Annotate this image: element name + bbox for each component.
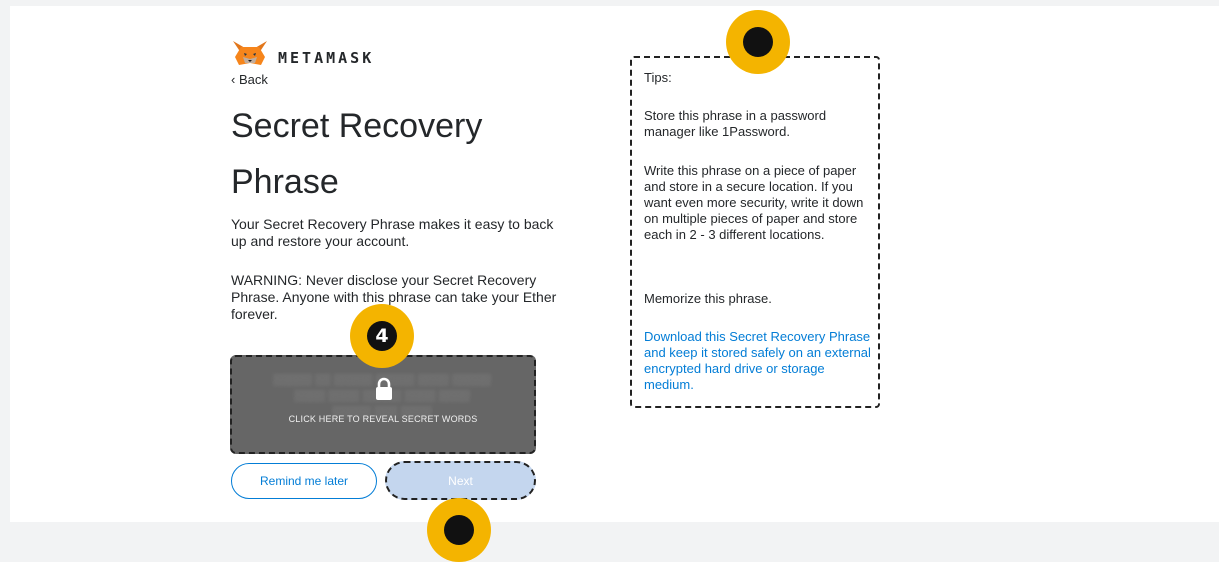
annotation-marker (427, 498, 491, 562)
tip-item: Memorize this phrase. (644, 291, 772, 306)
annotation-dot (743, 27, 773, 57)
lock-icon (376, 377, 392, 400)
download-phrase-link[interactable]: Download this Secret Recovery Phrase and… (644, 329, 872, 393)
brand-wordmark: METAMASK (278, 49, 375, 67)
annotation-dot (444, 515, 474, 545)
step-number: 4 (367, 321, 397, 351)
onboarding-page: METAMASK ‹ Back Secret Recovery Phrase Y… (10, 6, 1219, 562)
annotation-marker-step: 4 (350, 304, 414, 368)
description-text: Your Secret Recovery Phrase makes it eas… (231, 216, 554, 249)
reveal-secret-words-button[interactable]: ▒▒▒▒▒ ▒▒ ▒▒▒▒▒ ▒▒▒▒▒ ▒▒▒▒ ▒▒▒▒▒ ▒▒▒▒ ▒▒▒▒… (230, 355, 536, 454)
remind-me-later-button[interactable]: Remind me later (231, 463, 377, 499)
reveal-label: CLICK HERE TO REVEAL SECRET WORDS (288, 414, 478, 424)
fox-icon (233, 41, 267, 65)
next-button[interactable]: Next (385, 461, 536, 500)
tip-item: Store this phrase in a password manager … (644, 108, 827, 139)
back-link[interactable]: ‹ Back (231, 72, 268, 87)
annotation-marker (726, 10, 790, 74)
tip-item: Write this phrase on a piece of paper an… (644, 163, 864, 242)
tips-panel: Tips: Store this phrase in a password ma… (630, 56, 880, 408)
page-title: Secret Recovery Phrase (231, 107, 483, 201)
